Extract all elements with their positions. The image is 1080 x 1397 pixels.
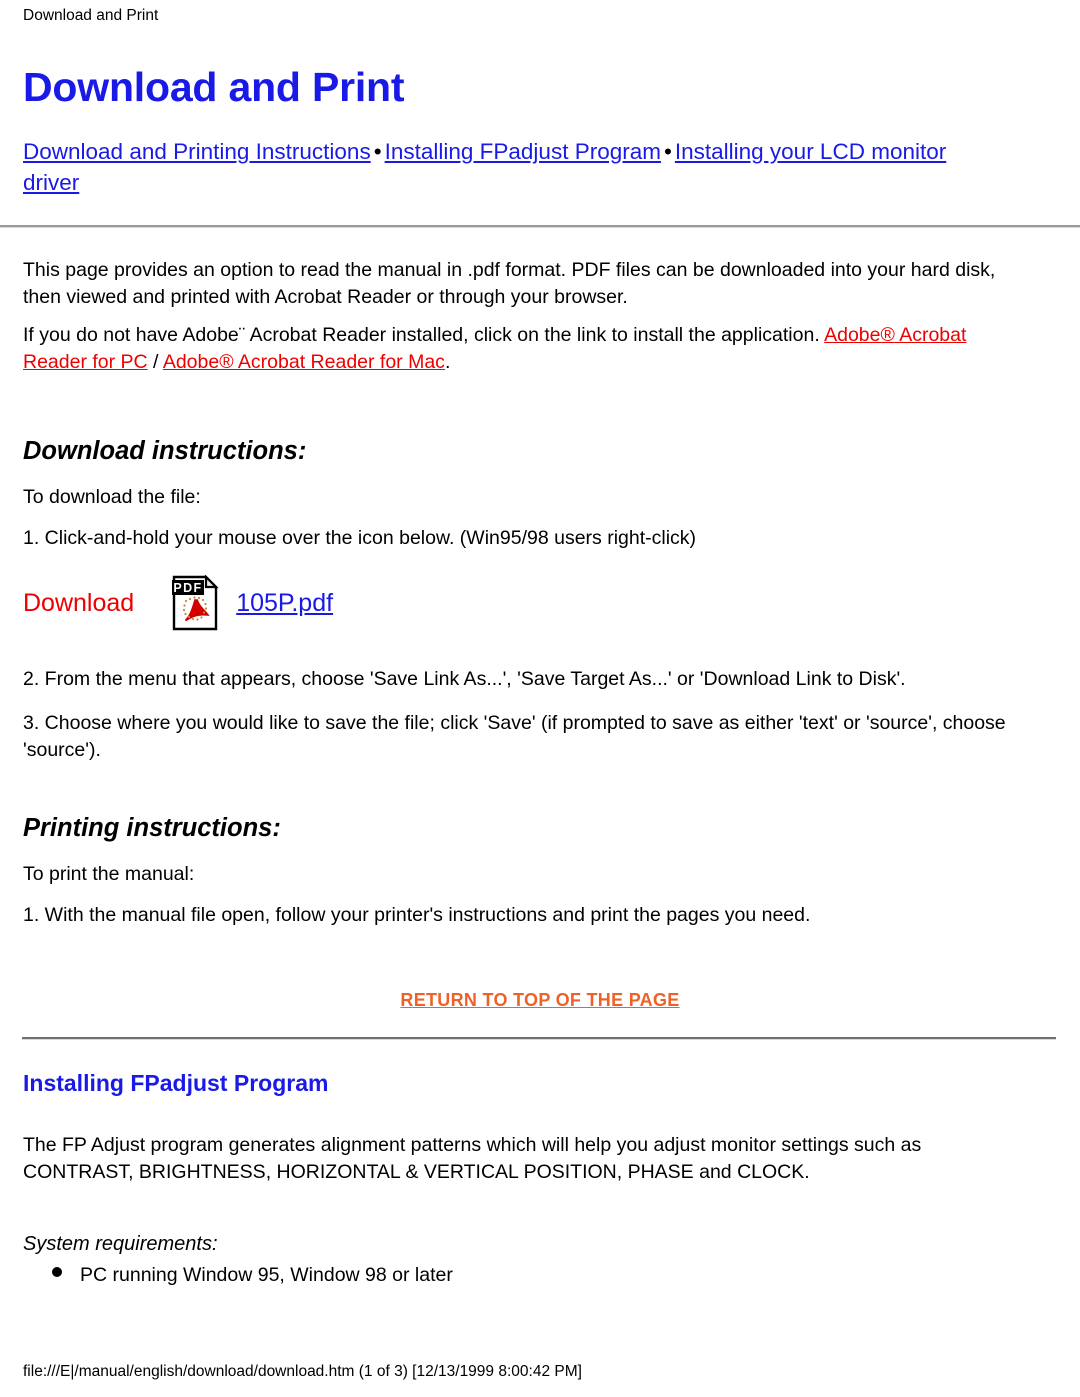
nav-link-installing-fpadjust-program[interactable]: Installing FPadjust Program (385, 139, 661, 164)
download-step-2: 2. From the menu that appears, choose 'S… (23, 668, 906, 690)
page-title: Download and Print (23, 64, 405, 110)
adobe-reader-mac-link[interactable]: Adobe® Acrobat Reader for Mac (163, 351, 445, 373)
download-label: Download (23, 589, 135, 617)
divider-top (0, 225, 1080, 228)
fpadjust-paragraph: The FP Adjust program generates alignmen… (23, 1134, 922, 1183)
running-header: Download and Print (23, 7, 159, 24)
divider-bottom (22, 1037, 1056, 1040)
download-step-1: 1. Click-and-hold your mouse over the ic… (23, 527, 697, 549)
printing-step-1: 1. With the manual file open, follow you… (23, 904, 811, 926)
intro-paragraph-2: If you do not have Adobe¨ Acrobat Reader… (23, 322, 1008, 376)
return-to-top-row: RETURN TO TOP OF THE PAGE (0, 990, 1080, 1011)
page-header-block: Download and Print Download and Printing… (23, 62, 1033, 198)
printing-instructions-heading: Printing instructions: (23, 814, 281, 842)
nav-separator-2: • (663, 139, 672, 164)
nav-separator-1: • (373, 139, 382, 164)
installing-fpadjust-heading: Installing FPadjust Program (23, 1070, 329, 1096)
system-requirements-label: System requirements: (23, 1233, 218, 1255)
system-requirement-text: PC running Window 95, Window 98 or later (80, 1264, 453, 1286)
document-page: Download and Print Download and Print Do… (0, 0, 1080, 1397)
bullet-icon (52, 1267, 62, 1277)
return-to-top-link[interactable]: RETURN TO TOP OF THE PAGE (400, 990, 679, 1010)
svg-text:PDF: PDF (174, 581, 203, 595)
download-instructions-heading: Download instructions: (23, 437, 307, 465)
printing-instructions-lead: To print the manual: (23, 863, 195, 885)
intro-paragraph-2-period: . (444, 351, 451, 373)
footer-path-status: file:///E|/manual/english/download/downl… (23, 1363, 582, 1380)
list-item: PC running Window 95, Window 98 or later (52, 1262, 453, 1289)
download-step-3: 3. Choose where you would like to save t… (23, 712, 1006, 761)
pdf-file-icon[interactable]: PDF (171, 575, 219, 631)
intro-paragraph-2-text: If you do not have Adobe¨ Acrobat Reader… (23, 324, 825, 346)
intro-paragraph-1: This page provides an option to read the… (23, 259, 996, 308)
nav-link-download-and-printing-instructions[interactable]: Download and Printing Instructions (23, 139, 371, 164)
pdf-filename-link[interactable]: 105P.pdf (236, 588, 333, 618)
section-nav-links: Download and Printing Instructions • Insta… (23, 136, 983, 198)
intro-paragraph-2-divider: / (147, 351, 163, 373)
download-link-row: Download PDF 105P.pdf (23, 575, 333, 631)
download-instructions-lead: To download the file: (23, 486, 201, 508)
